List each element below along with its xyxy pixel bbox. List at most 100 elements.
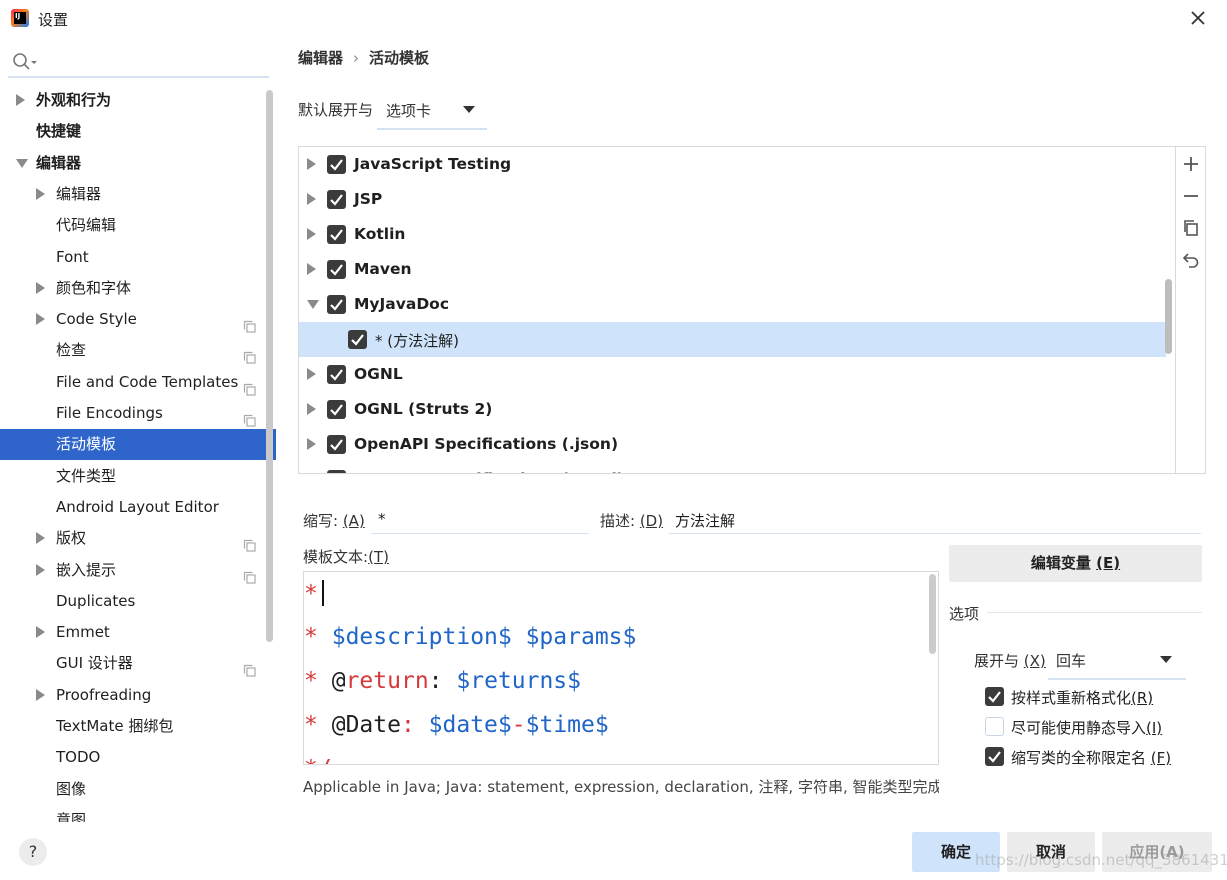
sidebar-item[interactable]: 代码编辑 bbox=[0, 210, 262, 241]
chevron-right-icon[interactable] bbox=[307, 367, 316, 380]
sidebar-item[interactable]: 编辑器 bbox=[0, 148, 262, 179]
edit-variables-button[interactable]: 编辑变量 (E) bbox=[949, 545, 1202, 582]
close-icon[interactable] bbox=[1186, 6, 1210, 30]
checkbox[interactable] bbox=[327, 399, 346, 419]
sidebar-item[interactable]: GUI 设计器 bbox=[0, 648, 262, 679]
template-group[interactable]: JSP bbox=[299, 182, 1166, 217]
breadcrumb-parent[interactable]: 编辑器 bbox=[298, 49, 343, 67]
options-divider bbox=[987, 612, 1202, 613]
template-text-editor[interactable]: * * $description$ $params$ * @return: $ret… bbox=[303, 571, 939, 765]
copy-icon[interactable] bbox=[1182, 219, 1200, 237]
template-group[interactable]: OpenAPI Specifications (.json) bbox=[299, 427, 1166, 462]
minus-icon[interactable] bbox=[1182, 187, 1200, 205]
chevron-right-icon[interactable] bbox=[307, 262, 316, 275]
chevron-right-icon[interactable] bbox=[307, 157, 316, 170]
template-label: OpenAPI Specifications (.yaml) bbox=[354, 470, 624, 474]
checkbox[interactable] bbox=[327, 469, 346, 473]
chevron-right-icon[interactable] bbox=[36, 563, 45, 576]
template-group[interactable]: JavaScript Testing bbox=[299, 147, 1166, 182]
checkbox[interactable] bbox=[985, 747, 1004, 766]
sidebar-item[interactable]: Code Style bbox=[0, 304, 262, 335]
sidebar-item[interactable]: 文件类型 bbox=[0, 461, 262, 492]
settings-search-input[interactable] bbox=[8, 46, 269, 78]
sidebar-item-label: 活动模板 bbox=[56, 435, 117, 454]
project-settings-icon bbox=[243, 407, 256, 427]
checkbox[interactable] bbox=[327, 224, 346, 244]
sidebar-item[interactable]: Proofreading bbox=[0, 680, 262, 711]
option-label: 按样式重新格式化(R) bbox=[1011, 689, 1154, 707]
sidebar-item[interactable]: 活动模板 bbox=[0, 429, 276, 461]
abbreviation-input[interactable]: * bbox=[371, 502, 589, 534]
sidebar-item[interactable]: Android Layout Editor bbox=[0, 492, 262, 523]
chevron-right-icon[interactable] bbox=[307, 437, 316, 450]
checkbox[interactable] bbox=[327, 189, 346, 209]
checkbox[interactable] bbox=[327, 154, 346, 174]
tree-scrollbar[interactable] bbox=[1165, 279, 1172, 354]
checkbox[interactable] bbox=[327, 364, 346, 384]
sidebar-item-label: 编辑器 bbox=[36, 153, 82, 172]
checkbox[interactable] bbox=[985, 717, 1004, 736]
title-bar: IJ 设置 bbox=[0, 0, 1227, 38]
undo-icon[interactable] bbox=[1182, 251, 1200, 269]
expand-with-select[interactable]: 回车 bbox=[1048, 640, 1186, 680]
sidebar-item-label: 颜色和字体 bbox=[56, 278, 132, 297]
template-item[interactable]: * (方法注解) bbox=[299, 321, 1166, 357]
sidebar-item[interactable]: TODO bbox=[0, 742, 262, 773]
sidebar-item[interactable]: TextMate 捆绑包 bbox=[0, 711, 262, 742]
sidebar-item[interactable]: Duplicates bbox=[0, 586, 262, 617]
code-line: * @Date: $date$-$time$ bbox=[304, 712, 609, 738]
checkbox[interactable] bbox=[327, 434, 346, 454]
sidebar-item[interactable]: 颜色和字体 bbox=[0, 273, 262, 304]
sidebar-item[interactable]: Font bbox=[0, 242, 262, 273]
sidebar-item[interactable]: 嵌入提示 bbox=[0, 555, 262, 586]
project-settings-icon bbox=[243, 532, 256, 552]
chevron-right-icon[interactable] bbox=[36, 187, 45, 200]
chevron-down-icon[interactable] bbox=[16, 158, 28, 168]
chevron-right-icon[interactable] bbox=[36, 281, 45, 294]
nav-scrollbar[interactable] bbox=[266, 90, 273, 642]
sidebar-item-label: 编辑器 bbox=[56, 184, 102, 203]
chevron-right-icon[interactable] bbox=[36, 626, 45, 639]
sidebar-item[interactable]: 外观和行为 bbox=[0, 85, 262, 116]
editor-scrollbar[interactable] bbox=[929, 574, 936, 654]
sidebar-item[interactable]: 编辑器 bbox=[0, 179, 262, 210]
help-button[interactable]: ? bbox=[19, 838, 47, 866]
template-group[interactable]: OGNL bbox=[299, 357, 1166, 392]
sidebar-item-label: File Encodings bbox=[56, 404, 163, 422]
description-input[interactable]: 方法注解 bbox=[669, 502, 1201, 534]
chevron-right-icon[interactable] bbox=[36, 313, 45, 326]
sidebar-item[interactable]: Emmet bbox=[0, 617, 262, 648]
checkbox[interactable] bbox=[985, 687, 1004, 706]
template-group[interactable]: MyJavaDoc bbox=[299, 287, 1166, 322]
sidebar-item-label: Android Layout Editor bbox=[56, 497, 219, 516]
applicable-contexts-text[interactable]: Applicable in Java; Java: statement, exp… bbox=[303, 776, 939, 797]
chevron-right-icon[interactable] bbox=[16, 94, 25, 106]
template-group[interactable]: OpenAPI Specifications (.yaml) bbox=[299, 462, 1166, 474]
chevron-right-icon[interactable] bbox=[307, 472, 316, 473]
template-group[interactable]: OGNL (Struts 2) bbox=[299, 392, 1166, 427]
checkbox[interactable] bbox=[348, 329, 367, 349]
checkbox[interactable] bbox=[327, 294, 346, 314]
chevron-right-icon[interactable] bbox=[307, 192, 316, 205]
chevron-right-icon[interactable] bbox=[307, 227, 316, 240]
sidebar-item[interactable]: 意图 bbox=[0, 805, 262, 822]
sidebar-item-label: Font bbox=[56, 247, 89, 266]
sidebar-item-label: Duplicates bbox=[56, 591, 136, 610]
template-group[interactable]: Maven bbox=[299, 252, 1166, 287]
plus-icon[interactable] bbox=[1182, 155, 1200, 173]
description-label: 描述: (D) bbox=[600, 512, 664, 530]
sidebar-item[interactable]: 版权 bbox=[0, 523, 262, 554]
template-group[interactable]: Kotlin bbox=[299, 217, 1166, 252]
sidebar-item[interactable]: 检查 bbox=[0, 335, 262, 366]
default-expand-select[interactable]: 选项卡 bbox=[377, 90, 487, 130]
sidebar-item[interactable]: 图像 bbox=[0, 774, 262, 805]
chevron-right-icon[interactable] bbox=[36, 688, 45, 701]
sidebar-item[interactable]: File Encodings bbox=[0, 398, 262, 429]
chevron-right-icon[interactable] bbox=[36, 532, 45, 545]
templates-tree-list: JavaScript Testing JSP Kotlin Maven MyJavaDo… bbox=[299, 147, 1177, 474]
sidebar-item[interactable]: 快捷键 bbox=[0, 116, 262, 147]
chevron-down-icon[interactable] bbox=[307, 299, 319, 309]
checkbox[interactable] bbox=[327, 259, 346, 279]
sidebar-item[interactable]: File and Code Templates bbox=[0, 367, 262, 398]
chevron-right-icon[interactable] bbox=[307, 402, 316, 415]
